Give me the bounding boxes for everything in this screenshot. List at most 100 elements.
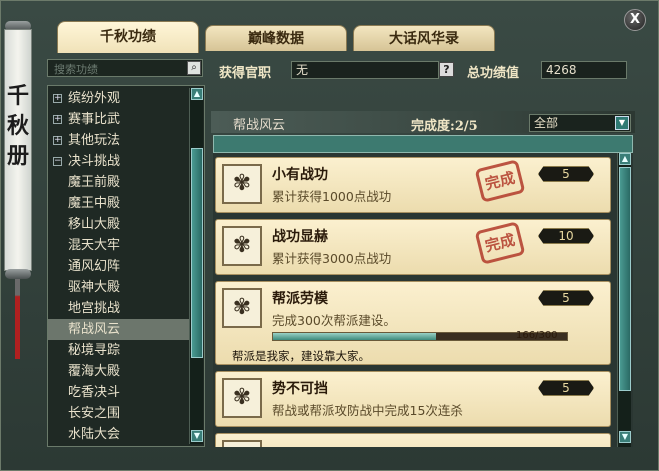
banner-tassel [15,279,20,359]
expand-icon[interactable]: + [53,136,62,145]
achievement-points: 5 [538,290,594,306]
sidebar-item[interactable]: 地宫挑战 [48,298,190,319]
achievement-emblem-icon: ✾ [222,378,262,418]
total-score-field: 4268 [541,61,627,79]
sidebar-item-label: 秘境寻踪 [68,343,121,358]
completion-label: 完成度: [411,119,455,134]
progress-fill [273,333,436,340]
sidebar-item[interactable]: 移山大殿 [48,214,190,235]
help-button[interactable]: ? [439,62,454,77]
list-scrollbar[interactable]: ▲ ▼ [189,88,203,444]
sidebar-item-label: 驱神大殿 [68,280,121,295]
filter-dropdown[interactable]: 全部 ▼ [529,114,631,132]
sidebar-item-label: 长安之围 [68,406,121,421]
sidebar-item-label: 赛事比武 [68,112,121,127]
title-value-field: 无 [291,61,439,79]
achievement-emblem-icon: ✾ [222,226,262,266]
search-input[interactable]: 搜索功绩 ⌕ [47,59,203,77]
banner-rod-bottom [5,269,31,279]
achievement-desc: 完成300次帮派建设。 [272,313,396,328]
sidebar-item[interactable]: 驱神大殿 [48,277,190,298]
achievement-points: 10 [538,228,594,244]
tab-bar: 千秋功绩 巅峰数据 大话风华录 [57,21,495,53]
collapse-icon[interactable]: − [53,157,62,166]
achievement-card[interactable]: ✾ 势不可挡 帮战或帮派攻防战中完成15次连杀 5 [215,371,611,427]
sidebar-category[interactable]: + 赛事比武 [48,109,190,130]
sidebar-category[interactable]: + 其他玩法 [48,130,190,151]
achievement-card[interactable]: ✾ [215,433,611,447]
list-scrollbar-thumb[interactable] [191,148,203,358]
achievement-list: ✾ 小有战功 累计获得1000点战功 完成 5 ✾ 战功显赫 累计获得3000点… [213,153,633,447]
scroll-up-arrow-icon[interactable]: ▲ [619,153,631,165]
achievement-emblem-icon: ✾ [222,288,262,328]
achievement-name: 势不可挡 [272,381,328,397]
sidebar-item-label: 移山大殿 [68,217,121,232]
achievement-slogan: 帮派是我家，建设靠大家。 [232,349,370,363]
expand-icon[interactable]: + [53,94,62,103]
category-name: 帮战风云 [233,118,286,133]
sidebar-item-label: 覆海大殿 [68,364,121,379]
sidebar-item-label: 水陆大会 [68,427,121,442]
sidebar-item[interactable]: 覆海大殿 [48,361,190,382]
sidebar-item-label: 帮战风云 [68,322,121,337]
sidebar-item-label: 决斗挑战 [68,154,121,169]
tab-fenghua-record[interactable]: 大话风华录 [353,25,495,51]
achievement-desc: 累计获得1000点战功 [272,189,392,204]
achievement-desc: 累计获得3000点战功 [272,251,392,266]
progress-text: 166/300 [516,330,558,341]
close-button[interactable]: X [624,9,646,31]
sidebar-category[interactable]: + 缤纷外观 [48,88,190,109]
side-banner: 千秋册 [1,21,35,359]
chevron-down-icon[interactable]: ▼ [615,116,629,130]
search-icon[interactable]: ⌕ [187,61,201,75]
sidebar-item-label: 魔王中殿 [68,196,121,211]
expand-icon[interactable]: + [53,115,62,124]
achievement-scrollbar[interactable]: ▲ ▼ [617,153,631,447]
sidebar-item[interactable]: 混天大牢 [48,235,190,256]
scroll-up-arrow-icon[interactable]: ▲ [191,88,203,100]
achievement-name: 战功显赫 [272,229,328,245]
achievement-card[interactable]: ✾ 小有战功 累计获得1000点战功 完成 5 [215,157,611,213]
achievement-points: 5 [538,166,594,182]
scroll-down-arrow-icon[interactable]: ▼ [619,431,631,443]
achievement-points: 5 [538,380,594,396]
achievement-name: 帮派劳模 [272,291,328,307]
achievement-emblem-icon: ✾ [222,164,262,204]
achievement-card[interactable]: ✾ 帮派劳模 完成300次帮派建设。 5 166/300 帮派是我家，建设靠大家… [215,281,611,365]
title-label: 获得官职 [219,66,272,81]
list-header-strip [213,135,633,153]
scroll-down-arrow-icon[interactable]: ▼ [191,430,203,442]
sidebar-item-label: 通风幻阵 [68,259,121,274]
sidebar-item[interactable]: 水陆大会 [48,424,190,445]
sidebar-item-label: 混天大牢 [68,238,121,253]
tab-achievements[interactable]: 千秋功绩 [57,21,199,53]
completed-stamp: 完成 [474,221,526,265]
achievement-card[interactable]: ✾ 战功显赫 累计获得3000点战功 完成 10 [215,219,611,275]
sidebar-item-label: 地宫挑战 [68,301,121,316]
sidebar-item-label: 其他玩法 [68,133,121,148]
sidebar-item[interactable]: 魔王前殿 [48,172,190,193]
completed-stamp: 完成 [474,159,526,203]
category-list-items: + 缤纷外观 + 赛事比武 + 其他玩法 − 决斗挑战 魔王前殿 魔王中殿 移山大殿 混天大牢 通风幻阵… [48,88,190,445]
achievement-desc: 帮战或帮派攻防战中完成15次连杀 [272,403,463,418]
tab-peak-data[interactable]: 巅峰数据 [205,25,347,51]
total-score-label: 总功绩值 [467,66,520,81]
sidebar-category[interactable]: − 决斗挑战 [48,151,190,172]
sidebar-item[interactable]: 通风幻阵 [48,256,190,277]
achievement-name: 小有战功 [272,167,328,183]
sidebar-item[interactable]: 长安之围 [48,403,190,424]
achievement-window: 千秋册 X 千秋功绩 巅峰数据 大话风华录 搜索功绩 ⌕ + 缤纷外观 + 赛事比武 +… [0,0,659,471]
completion-progress: 完成度:2/5 [411,115,478,134]
sidebar-item[interactable]: 帮战风云 [48,319,190,340]
category-list: + 缤纷外观 + 赛事比武 + 其他玩法 − 决斗挑战 魔王前殿 魔王中殿 移山大殿 混天大牢 通风幻阵… [47,85,205,447]
sidebar-item-label: 魔王前殿 [68,175,121,190]
sidebar-item[interactable]: 吃香决斗 [48,382,190,403]
completion-value: 2/5 [454,119,478,134]
search-placeholder: 搜索功绩 [54,63,98,76]
sidebar-item-label: 吃香决斗 [68,385,121,400]
achievement-scrollbar-thumb[interactable] [619,167,631,391]
filter-value: 全部 [534,116,559,130]
sidebar-item[interactable]: 秘境寻踪 [48,340,190,361]
achievement-emblem-icon: ✾ [222,440,262,447]
sidebar-item[interactable]: 魔王中殿 [48,193,190,214]
